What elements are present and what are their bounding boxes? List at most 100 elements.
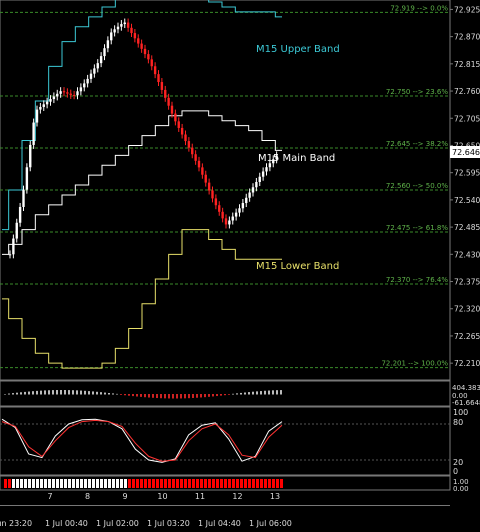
session-cell [148, 479, 151, 488]
macd-bar [220, 394, 222, 396]
macd-bar [44, 390, 46, 395]
session-cell [176, 479, 179, 488]
candle-body [86, 78, 89, 84]
candle-body [191, 147, 194, 155]
fib-label: 72.750 --> 23.6% [386, 88, 448, 96]
session-cell [160, 479, 163, 488]
session-cell [248, 479, 251, 488]
candle-body [42, 104, 45, 107]
session-cell [68, 479, 71, 488]
macd-bar [224, 394, 226, 396]
macd-bar [168, 394, 170, 399]
session-cell [136, 479, 139, 488]
macd-bar [120, 394, 122, 395]
chart-canvas: 72.919 --> 0.0% 72.750 --> 23.6% 72.645 --… [0, 0, 480, 532]
macd-bar [128, 394, 130, 396]
candle-body [76, 91, 79, 96]
macd-bar [112, 393, 114, 395]
session-cell [44, 479, 47, 488]
candle-body [110, 32, 113, 41]
session-cell [56, 479, 59, 488]
stoch-100-label: 100 [453, 408, 468, 417]
candle-body [228, 220, 231, 225]
macd-bar [16, 392, 18, 395]
candle-body [59, 91, 62, 94]
session-cell [24, 479, 27, 488]
macd-bar [184, 394, 186, 399]
fib-label: 72.560 --> 50.0% [386, 182, 448, 190]
time-label: 1 Jul 06:00 [249, 519, 292, 528]
stoch-0-label: 0 [453, 467, 458, 476]
main-band-label: M15 Main Band [258, 153, 335, 164]
session-cell [164, 479, 167, 488]
session-cell [140, 479, 143, 488]
session-cell [204, 479, 207, 488]
candle-body [66, 92, 69, 94]
macd-bar [244, 392, 246, 395]
candle-body [45, 101, 49, 105]
candle-body [15, 222, 18, 239]
session-cell [12, 479, 15, 488]
candle-body [18, 206, 22, 223]
macd-bar [64, 390, 66, 395]
candle-body [62, 91, 66, 93]
macd-bar [12, 393, 14, 395]
macd-bar [144, 394, 146, 398]
candle-body [224, 218, 228, 225]
candle-body [197, 160, 201, 168]
price-tick-label: 72.760 [454, 87, 480, 96]
candle-body [211, 190, 214, 199]
bottom-border [0, 505, 450, 506]
candle-body [160, 82, 164, 90]
macd-bar [36, 390, 38, 395]
candle-body [231, 216, 234, 221]
candle-body [255, 181, 258, 188]
session-cell [60, 479, 63, 488]
candle-body [187, 141, 191, 148]
candle-body [12, 238, 15, 255]
candle-body [261, 171, 265, 177]
candle-body [207, 182, 211, 191]
macd-bar [232, 393, 234, 395]
macd-bar [52, 390, 54, 395]
session-cell [180, 479, 183, 488]
candle-body [96, 63, 99, 69]
session-cell [236, 479, 239, 488]
fib-label: 72.645 --> 38.2% [386, 140, 448, 148]
candle-body [174, 113, 177, 122]
macd-bar [180, 394, 182, 399]
price-tick-label: 72.815 [454, 60, 480, 69]
session-cell [208, 479, 211, 488]
candle-body [69, 93, 72, 95]
macd-bar [268, 390, 270, 395]
candle-body [89, 73, 93, 79]
session-cell [184, 479, 187, 488]
macd-max-label: 404.3834 [452, 384, 480, 392]
macd-bar [100, 392, 102, 395]
macd-bar [92, 391, 94, 395]
candle-body [126, 22, 130, 28]
macd-bar [228, 394, 230, 395]
macd-bar [136, 394, 138, 397]
price-tag: 72.646 [452, 148, 480, 157]
session-cell [88, 479, 91, 488]
candle-body [180, 127, 184, 135]
session-cell [252, 479, 255, 488]
session-cell [28, 479, 31, 488]
candle-body [99, 56, 103, 64]
candle-body [204, 174, 207, 183]
macd-bar [132, 394, 134, 397]
session-cell [116, 479, 119, 488]
macd-bar [72, 390, 74, 395]
price-tick-label: 72.210 [454, 359, 480, 368]
candle-body [157, 74, 160, 83]
candle-body [56, 93, 59, 97]
session-cell [92, 479, 95, 488]
session-cell [216, 479, 219, 488]
macd-bar [236, 393, 238, 395]
candle-body [170, 105, 174, 114]
macd-bar [48, 390, 50, 395]
candle-body [164, 89, 167, 98]
macd-min-label: -61.6648 [452, 399, 480, 407]
candle-body [167, 97, 170, 106]
